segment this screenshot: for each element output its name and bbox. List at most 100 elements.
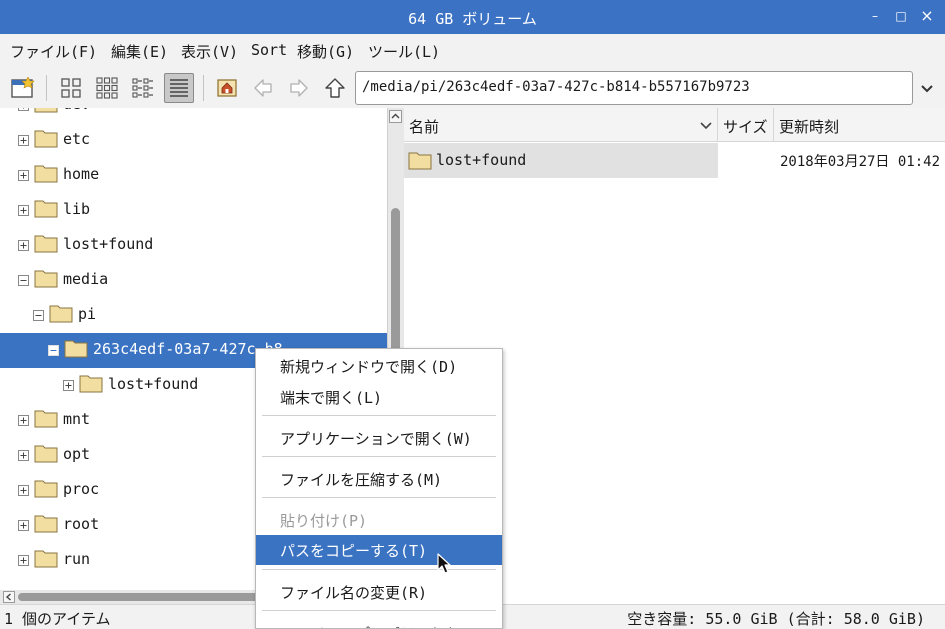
folder-icon bbox=[49, 305, 73, 323]
up-button[interactable] bbox=[320, 73, 350, 103]
home-button[interactable] bbox=[212, 73, 242, 103]
tree-item-label: pi bbox=[78, 305, 97, 323]
toolbar: /media/pi/263c4edf-03a7-427c-b814-b55716… bbox=[0, 68, 945, 108]
minimize-button[interactable]: – bbox=[868, 9, 882, 23]
expand-icon[interactable] bbox=[18, 205, 29, 216]
folder-icon bbox=[34, 108, 58, 113]
sort-chevron-down-icon bbox=[700, 122, 712, 130]
maximize-button[interactable]: □ bbox=[894, 9, 908, 23]
column-header-name[interactable]: 名前 bbox=[404, 108, 718, 142]
tree-item-label: root bbox=[63, 515, 100, 533]
view-icons-button[interactable] bbox=[56, 73, 86, 103]
menu-edit[interactable]: 編集(E) bbox=[111, 41, 168, 62]
menu-copy-path[interactable]: パスをコピーする(T) bbox=[256, 535, 502, 565]
file-modified: 2018年03月27日 01:42 bbox=[780, 154, 941, 170]
file-row[interactable]: lost+found 2018年03月27日 01:42 bbox=[404, 143, 945, 178]
view-compact-button[interactable] bbox=[128, 73, 158, 103]
view-thumbnails-icon bbox=[96, 77, 118, 99]
menu-open-terminal[interactable]: 端末で開く(L) bbox=[256, 382, 502, 412]
tree-item-label: lost+found bbox=[63, 235, 154, 253]
toolbar-separator bbox=[203, 75, 204, 101]
forward-button[interactable] bbox=[284, 73, 314, 103]
home-icon bbox=[217, 79, 237, 97]
folder-icon bbox=[34, 200, 58, 218]
close-button[interactable]: × bbox=[920, 8, 934, 24]
mouse-pointer-icon bbox=[437, 553, 451, 574]
context-menu: 新規ウィンドウで開く(D) 端末で開く(L) アプリケーションで開く(W) ファ… bbox=[255, 348, 503, 629]
column-header-modified[interactable]: 更新時刻 bbox=[774, 108, 945, 142]
folder-icon bbox=[34, 445, 58, 463]
menu-open-new-window[interactable]: 新規ウィンドウで開く(D) bbox=[256, 351, 502, 381]
tree-item-label: run bbox=[63, 550, 91, 568]
expand-icon[interactable] bbox=[18, 135, 29, 146]
path-input[interactable]: /media/pi/263c4edf-03a7-427c-b814-b55716… bbox=[355, 71, 913, 105]
folder-icon bbox=[64, 340, 88, 358]
chevron-left-icon bbox=[5, 593, 11, 601]
chevron-down-icon bbox=[921, 85, 933, 93]
menu-rename[interactable]: ファイル名の変更(R) bbox=[256, 577, 502, 607]
tree-item[interactable]: home bbox=[0, 158, 387, 193]
collapse-icon[interactable] bbox=[48, 345, 59, 356]
menu-compress[interactable]: ファイルを圧縮する(M) bbox=[256, 464, 502, 494]
collapse-icon[interactable] bbox=[18, 275, 29, 286]
menu-bar: ファイル(F) 編集(E) 表示(V) Sort 移動(G) ツール(L) bbox=[0, 34, 945, 68]
back-button[interactable] bbox=[248, 73, 278, 103]
folder-icon bbox=[79, 375, 103, 393]
expand-icon[interactable] bbox=[18, 555, 29, 566]
tree-item[interactable]: lib bbox=[0, 193, 387, 228]
path-dropdown-button[interactable] bbox=[915, 77, 939, 101]
window-title: 64 GB ボリューム bbox=[408, 10, 537, 28]
tree-item[interactable]: pi bbox=[0, 298, 387, 333]
expand-icon[interactable] bbox=[18, 450, 29, 461]
new-window-icon bbox=[11, 77, 35, 98]
expand-icon[interactable] bbox=[18, 415, 29, 426]
folder-icon bbox=[34, 550, 58, 568]
menu-open-with-application[interactable]: アプリケーションで開く(W) bbox=[256, 423, 502, 453]
tree-item[interactable]: media bbox=[0, 263, 387, 298]
scrollbar-thumb[interactable] bbox=[18, 593, 263, 601]
view-list-button[interactable] bbox=[164, 73, 194, 103]
menu-file[interactable]: ファイル(F) bbox=[10, 41, 97, 62]
expand-icon[interactable] bbox=[18, 108, 29, 111]
menu-paste: 貼り付け(P) bbox=[280, 512, 368, 530]
scroll-up-button[interactable] bbox=[389, 110, 402, 123]
menu-properties[interactable]: ファイルのプロパティ(F) bbox=[256, 618, 502, 628]
tree-item[interactable]: etc bbox=[0, 123, 387, 158]
up-icon bbox=[325, 78, 345, 98]
view-compact-icon bbox=[132, 78, 153, 98]
file-name-cell: lost+found bbox=[404, 143, 718, 178]
menu-tools[interactable]: ツール(L) bbox=[368, 41, 440, 62]
folder-icon bbox=[34, 270, 58, 288]
file-name: lost+found bbox=[436, 151, 527, 169]
folder-icon bbox=[408, 152, 432, 170]
folder-icon bbox=[34, 130, 58, 148]
tree-item-label: dev bbox=[63, 108, 90, 113]
tree-item-label: media bbox=[63, 270, 109, 288]
menu-go[interactable]: 移動(G) bbox=[297, 41, 354, 62]
new-window-button[interactable] bbox=[8, 73, 38, 103]
expand-icon[interactable] bbox=[18, 240, 29, 251]
folder-icon bbox=[34, 515, 58, 533]
view-thumbnails-button[interactable] bbox=[92, 73, 122, 103]
folder-icon bbox=[34, 235, 58, 253]
menu-separator bbox=[262, 610, 496, 611]
folder-icon bbox=[34, 410, 58, 428]
expand-icon[interactable] bbox=[18, 485, 29, 496]
expand-icon[interactable] bbox=[63, 380, 74, 391]
collapse-icon[interactable] bbox=[33, 310, 44, 321]
title-bar[interactable]: 64 GB ボリューム – □ × bbox=[0, 0, 945, 34]
tree-item-label: opt bbox=[63, 445, 91, 463]
tree-item-label: etc bbox=[63, 130, 91, 148]
expand-icon[interactable] bbox=[18, 520, 29, 531]
tree-item-label: lost+found bbox=[108, 375, 199, 393]
tree-item[interactable]: lost+found bbox=[0, 228, 387, 263]
scroll-left-button[interactable] bbox=[3, 591, 15, 603]
menu-sort[interactable]: Sort bbox=[251, 41, 287, 59]
menu-view[interactable]: 表示(V) bbox=[181, 41, 238, 62]
menu-separator bbox=[262, 456, 496, 457]
tree-item[interactable]: dev bbox=[0, 108, 387, 123]
tree-item-label: home bbox=[63, 165, 100, 183]
expand-icon[interactable] bbox=[18, 170, 29, 181]
column-header-size[interactable]: サイズ bbox=[718, 108, 774, 142]
menu-separator bbox=[262, 569, 496, 570]
